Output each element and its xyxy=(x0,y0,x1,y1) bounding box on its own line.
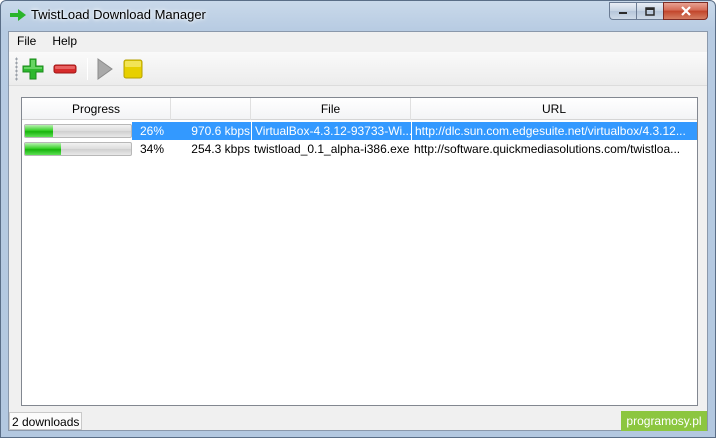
play-icon xyxy=(97,58,113,80)
url-cell: http://software.quickmediasolutions.com/… xyxy=(414,142,681,156)
toolbar-separator xyxy=(87,58,88,80)
remove-download-button[interactable] xyxy=(53,57,77,81)
file-cell: VirtualBox-4.3.12-93733-Wi... xyxy=(251,122,411,140)
status-bar: 2 downloads xyxy=(9,412,707,430)
toolbar xyxy=(9,52,707,86)
window-title: TwistLoad Download Manager xyxy=(31,7,206,22)
stop-icon xyxy=(123,59,143,79)
add-download-button[interactable] xyxy=(21,57,45,81)
progress-percent: 34% xyxy=(139,142,164,156)
menu-bar: File Help xyxy=(9,32,707,51)
progress-bar xyxy=(24,142,132,156)
watermark: programosy.pl xyxy=(621,411,707,431)
client-area: File Help Progress File URL 26% 970.6 kb… xyxy=(8,31,708,431)
start-download-button[interactable] xyxy=(93,57,117,81)
url-cell: http://dlc.sun.com.edgesuite.net/virtual… xyxy=(411,122,697,140)
close-button[interactable] xyxy=(663,2,708,20)
app-arrow-icon xyxy=(10,9,26,21)
progress-bar xyxy=(24,124,132,138)
file-cell: twistload_0.1_alpha-i386.exe xyxy=(254,142,410,156)
progress-cell xyxy=(22,140,132,158)
menu-file[interactable]: File xyxy=(9,32,44,51)
add-icon xyxy=(22,58,44,80)
header-speed[interactable] xyxy=(171,98,251,120)
progress-fill xyxy=(25,143,62,155)
minimize-button[interactable] xyxy=(609,2,636,20)
header-url[interactable]: URL xyxy=(411,98,697,120)
progress-fill xyxy=(25,125,53,137)
list-header: Progress File URL xyxy=(22,98,697,120)
title-bar[interactable]: TwistLoad Download Manager xyxy=(1,1,715,30)
progress-cell xyxy=(22,122,132,140)
table-row[interactable]: 34% 254.3 kbps twistload_0.1_alpha-i386.… xyxy=(22,140,697,158)
toolbar-grip[interactable] xyxy=(15,57,18,81)
status-text: 2 downloads xyxy=(9,412,83,430)
app-window: TwistLoad Download Manager File Help Pro… xyxy=(0,0,716,438)
header-progress[interactable]: Progress xyxy=(22,98,171,120)
speed-cell: 970.6 kbps xyxy=(171,122,251,140)
stop-download-button[interactable] xyxy=(121,57,145,81)
maximize-icon xyxy=(645,6,655,16)
header-file[interactable]: File xyxy=(251,98,411,120)
speed-cell: 254.3 kbps xyxy=(191,142,250,156)
maximize-button[interactable] xyxy=(636,2,663,20)
close-icon xyxy=(680,6,691,16)
menu-help[interactable]: Help xyxy=(44,32,85,51)
progress-percent: 26% xyxy=(132,122,171,140)
minimize-icon xyxy=(619,12,627,14)
downloads-list[interactable]: Progress File URL 26% 970.6 kbps Virtual… xyxy=(21,97,698,406)
table-row[interactable]: 26% 970.6 kbps VirtualBox-4.3.12-93733-W… xyxy=(22,122,697,140)
caption-buttons xyxy=(609,2,708,20)
remove-icon xyxy=(53,64,77,74)
